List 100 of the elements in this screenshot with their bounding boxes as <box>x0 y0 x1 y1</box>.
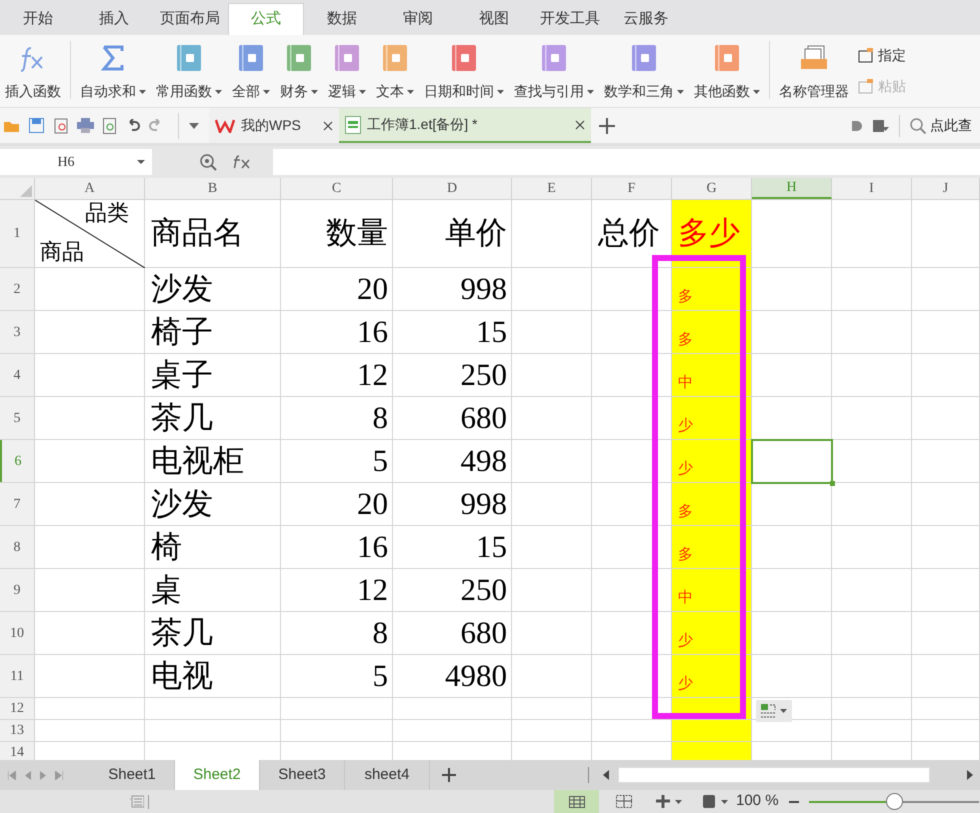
column-header[interactable]: B <box>145 178 281 199</box>
column-header[interactable]: C <box>281 178 393 199</box>
sheet-tab[interactable]: Sheet2 <box>175 760 260 790</box>
table-cell[interactable]: 总价 <box>592 214 660 252</box>
paste-icon[interactable] <box>761 704 777 718</box>
row-header[interactable]: 5 <box>0 397 35 439</box>
table-cell[interactable]: 12 <box>357 571 392 609</box>
menu-tab[interactable]: 开始 <box>0 3 76 35</box>
document-tab[interactable]: 工作簿1.et[备份] * <box>339 108 591 143</box>
function-icon[interactable] <box>233 155 251 169</box>
table-cell[interactable]: 680 <box>460 614 511 652</box>
close-icon[interactable] <box>575 120 585 130</box>
row-header[interactable]: 10 <box>0 612 35 654</box>
table-cell[interactable]: 桌 <box>145 571 182 609</box>
row-header[interactable]: 11 <box>0 655 35 697</box>
table-cell[interactable]: 桌子 <box>145 356 213 394</box>
table-cell[interactable]: 电视 <box>145 657 213 695</box>
caret-icon[interactable] <box>137 160 145 164</box>
ribbon-button[interactable]: 数学和三角 <box>599 41 689 103</box>
row-header[interactable]: 3 <box>0 311 35 353</box>
highlighted-cell[interactable]: 多少 <box>672 200 752 267</box>
row-header[interactable]: 12 <box>0 698 35 719</box>
paste-options-button[interactable] <box>756 700 792 722</box>
table-cell[interactable]: 20 <box>357 270 392 308</box>
table-cell[interactable]: 商品名 <box>145 214 244 252</box>
column-header[interactable]: I <box>832 178 912 199</box>
table-cell[interactable]: 茶几 <box>145 399 213 437</box>
ribbon-button[interactable]: 自动求和 <box>75 41 151 103</box>
column-header[interactable]: F <box>592 178 672 199</box>
table-cell[interactable]: 数量 <box>326 214 392 252</box>
menu-tab[interactable]: 插入 <box>76 3 152 35</box>
column-header[interactable]: E <box>512 178 592 199</box>
row-header[interactable]: 14 <box>0 742 35 760</box>
table-cell[interactable]: 12 <box>357 356 392 394</box>
table-cell[interactable]: 5 <box>372 657 392 695</box>
row-header[interactable]: 8 <box>0 526 35 568</box>
table-cell[interactable]: 250 <box>460 571 511 609</box>
highlighted-cell[interactable] <box>672 742 752 760</box>
grid-icon[interactable] <box>568 796 584 808</box>
row-header[interactable]: 4 <box>0 354 35 396</box>
export-icon[interactable] <box>53 118 68 134</box>
caret-icon[interactable] <box>189 122 199 128</box>
menu-tab[interactable]: 公式 <box>228 3 304 35</box>
ribbon-button[interactable]: 财务 <box>275 41 323 103</box>
table-cell[interactable]: 5 <box>372 442 392 480</box>
table-cell[interactable]: 茶几 <box>145 614 213 652</box>
table-cell[interactable]: 单价 <box>445 214 511 252</box>
menu-tab[interactable]: 视图 <box>456 3 532 35</box>
row-header[interactable]: 7 <box>0 483 35 525</box>
ribbon-button[interactable]: 名称管理器 <box>774 41 854 103</box>
table-cell[interactable]: 250 <box>460 356 511 394</box>
preview-icon[interactable] <box>103 118 117 134</box>
ribbon-button[interactable]: 文本 <box>371 41 419 103</box>
table-cell[interactable]: 16 <box>357 313 392 351</box>
zoom-slider-thumb[interactable] <box>886 792 903 810</box>
fill-handle[interactable] <box>830 481 835 486</box>
column-header[interactable]: J <box>912 178 980 199</box>
table-cell[interactable]: 4980 <box>445 657 511 695</box>
normal-view-button[interactable] <box>554 790 599 813</box>
table-cell[interactable]: 15 <box>476 313 511 351</box>
selected-cell[interactable] <box>751 439 833 484</box>
row-header[interactable]: 1 <box>0 200 35 267</box>
column-header[interactable]: D <box>393 178 512 199</box>
ribbon-button[interactable]: 指定 <box>858 45 906 66</box>
table-cell[interactable]: 椅 <box>145 528 182 566</box>
table-cell[interactable]: 498 <box>460 442 511 480</box>
table-cell[interactable]: 电视柜 <box>145 442 244 480</box>
ribbon-button[interactable]: 其他函数 <box>689 41 765 103</box>
table-cell[interactable]: 680 <box>460 399 511 437</box>
horizontal-scrollbar[interactable] <box>618 767 930 783</box>
scroll-right-icon[interactable] <box>967 770 973 780</box>
close-icon[interactable] <box>323 120 333 130</box>
page-break-icon[interactable] <box>616 795 632 808</box>
ribbon-button[interactable]: 插入函数 <box>0 41 66 103</box>
table-cell[interactable]: 16 <box>357 528 392 566</box>
caret-icon[interactable] <box>780 709 787 713</box>
row-header[interactable]: 2 <box>0 268 35 310</box>
menu-tab[interactable]: 页面布局 <box>152 3 228 35</box>
zoom-icon[interactable] <box>200 154 217 170</box>
name-box[interactable]: H6 <box>0 149 152 175</box>
column-header[interactable]: A <box>35 178 145 199</box>
ribbon-button[interactable]: 日期和时间 <box>419 41 509 103</box>
table-cell[interactable]: 沙发 <box>145 270 213 308</box>
table-cell[interactable]: 8 <box>372 399 392 437</box>
formula-input[interactable] <box>273 149 980 175</box>
highlighted-cell[interactable] <box>672 720 752 741</box>
row-header[interactable]: 9 <box>0 569 35 611</box>
table-cell[interactable]: 998 <box>460 270 511 308</box>
row-header[interactable]: 13 <box>0 720 35 741</box>
document-tab[interactable]: 我的WPS <box>209 108 339 143</box>
table-cell[interactable]: 8 <box>372 614 392 652</box>
menu-tab[interactable]: 开发工具 <box>532 3 608 35</box>
print-icon[interactable] <box>77 118 94 133</box>
menu-tab[interactable]: 审阅 <box>380 3 456 35</box>
ribbon-button[interactable]: 查找与引用 <box>509 41 599 103</box>
table-cell[interactable]: 沙发 <box>145 485 213 523</box>
save-icon[interactable] <box>29 118 44 133</box>
table-cell[interactable]: 多少 <box>672 214 740 252</box>
ribbon-button[interactable]: 逻辑 <box>323 41 371 103</box>
table-cell[interactable]: 椅子 <box>145 313 213 351</box>
